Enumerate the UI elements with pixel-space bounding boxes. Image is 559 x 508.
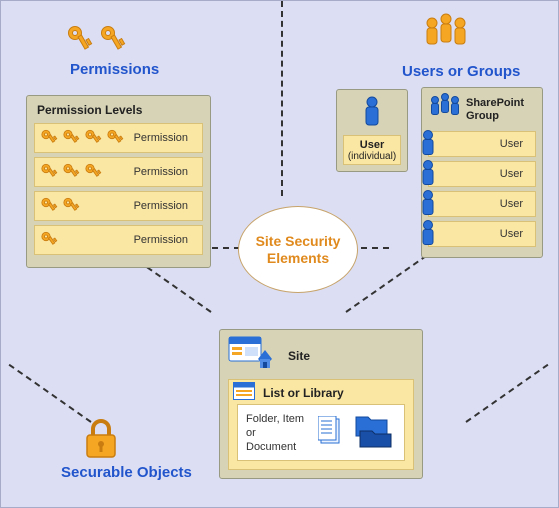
connector — [9, 364, 92, 423]
permission-levels-card: Permission Levels Permission Permission Pe… — [26, 95, 211, 268]
permission-row: Permission — [34, 157, 203, 187]
group-user-row: User — [428, 161, 536, 187]
folder-item-card: Folder, Item or Document — [237, 404, 405, 461]
list-library-card: List or Library Folder, Item or Document — [228, 379, 414, 470]
key-icon — [63, 197, 83, 216]
key-icon-group — [41, 163, 105, 182]
diagram-canvas: Permissions Users or Groups Securable Ob… — [0, 0, 559, 508]
center-label: Site Security Elements — [239, 233, 357, 267]
sharepoint-group-card: SharePoint Group User User User User — [421, 87, 543, 258]
card-title: Permission Levels — [37, 103, 203, 117]
permission-label: Permission — [134, 166, 196, 178]
person-icon — [419, 130, 437, 161]
people-group-icon — [428, 93, 462, 126]
user-subtitle: (individual) — [348, 151, 396, 162]
key-icon — [66, 25, 94, 60]
group-user-row: User — [428, 131, 536, 157]
key-icon — [85, 163, 105, 182]
key-icon — [63, 163, 83, 182]
permission-row: Permission — [34, 123, 203, 153]
document-icon — [318, 416, 344, 451]
group-user-row: User — [428, 191, 536, 217]
section-heading-securable: Securable Objects — [61, 464, 192, 481]
list-icon — [233, 382, 255, 405]
folder-icon — [354, 413, 396, 454]
person-icon — [419, 220, 437, 251]
person-icon — [361, 96, 383, 135]
permission-row: Permission — [34, 191, 203, 221]
person-icon — [419, 160, 437, 191]
user-box: User (individual) — [343, 135, 401, 165]
section-heading-users: Users or Groups — [402, 63, 520, 80]
user-card: User (individual) — [336, 89, 408, 172]
connector — [465, 364, 548, 423]
group-title: SharePoint Group — [466, 97, 536, 121]
user-label: User — [500, 228, 523, 240]
key-icon — [99, 25, 127, 60]
key-icon — [63, 129, 83, 148]
key-icon — [41, 163, 61, 182]
key-icon-group — [41, 197, 83, 216]
site-card: Site List or Library Folder, Item or Doc… — [219, 329, 423, 479]
key-icon — [107, 129, 127, 148]
permission-label: Permission — [134, 200, 196, 212]
group-user-row: User — [428, 221, 536, 247]
permission-label: Permission — [134, 132, 196, 144]
key-icon — [41, 231, 61, 250]
section-heading-permissions: Permissions — [70, 61, 159, 78]
key-icon — [85, 129, 105, 148]
key-icon — [41, 129, 61, 148]
permission-row: Permission — [34, 225, 203, 255]
lock-icon — [81, 417, 121, 466]
key-icon-group — [41, 231, 61, 250]
divider — [281, 1, 283, 196]
library-title: List or Library — [263, 386, 405, 400]
site-icon — [228, 336, 280, 375]
inner-text: Folder, Item or Document — [246, 413, 308, 454]
user-label: User — [500, 138, 523, 150]
permission-label: Permission — [134, 234, 196, 246]
user-label: User — [500, 168, 523, 180]
people-group-icon — [416, 11, 476, 64]
user-title: User — [360, 139, 384, 151]
center-hub: Site Security Elements — [238, 206, 358, 293]
site-title: Site — [288, 349, 310, 363]
key-icon — [41, 197, 61, 216]
person-icon — [419, 190, 437, 221]
user-label: User — [500, 198, 523, 210]
key-icon-group — [41, 129, 127, 148]
